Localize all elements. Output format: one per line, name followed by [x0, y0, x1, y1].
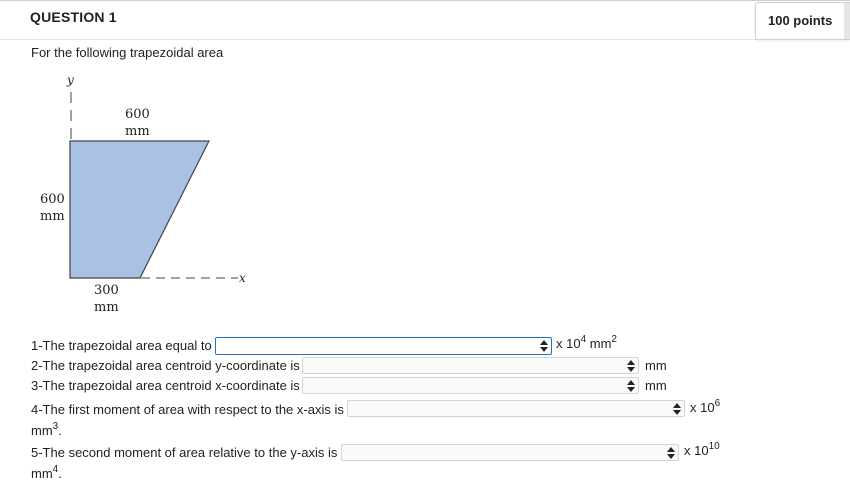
question-5-unit: x 1010 — [684, 440, 720, 458]
bottom-dimension-value: 300 — [94, 283, 119, 298]
trapezoid-figure: y x 600 mm 600 mm 300 mm — [40, 73, 246, 315]
question-5-answer-select[interactable] — [341, 444, 679, 461]
x-axis-label: x — [239, 271, 246, 285]
question-4-answer-select[interactable] — [347, 400, 685, 417]
question-4-label: 4-The first moment of area with respect … — [31, 402, 344, 417]
question-1-label: 1-The trapezoidal area equal to — [31, 338, 212, 353]
bottom-dimension-unit: mm — [94, 300, 119, 315]
question-4-unit-continuation: mm3. — [31, 420, 62, 438]
question-2-answer-select[interactable] — [302, 357, 639, 374]
question-4-unit: x 106 — [690, 397, 721, 415]
select-arrows-icon — [627, 380, 635, 392]
select-arrows-icon — [667, 447, 675, 459]
question-1-answer-select[interactable] — [215, 337, 552, 355]
left-dimension-value: 600 — [40, 192, 65, 207]
question-5-unit-continuation: mm4. — [31, 463, 62, 481]
top-dimension-value: 600 — [125, 107, 150, 122]
question-3-answer-select[interactable] — [302, 377, 639, 394]
question-2-label: 2-The trapezoidal area centroid y-coordi… — [31, 358, 300, 373]
select-arrows-icon — [627, 360, 635, 372]
trapezoid-shape — [69, 140, 210, 279]
points-badge: 100 points — [755, 2, 850, 40]
question-1-unit: x 104 mm2 — [556, 333, 617, 351]
question-3-unit: mm — [645, 378, 667, 393]
y-axis-label: y — [66, 73, 74, 87]
select-arrows-icon — [540, 340, 548, 352]
question-5-label: 5-The second moment of area relative to … — [31, 445, 338, 460]
question-3-label: 3-The trapezoidal area centroid x-coordi… — [31, 378, 300, 393]
points-label: 100 points — [768, 13, 833, 28]
left-dimension-unit: mm — [40, 209, 65, 224]
top-dimension-unit: mm — [125, 124, 150, 139]
select-arrows-icon — [673, 403, 681, 415]
points-badge-edge — [844, 3, 850, 39]
question-2-unit: mm — [645, 358, 667, 373]
